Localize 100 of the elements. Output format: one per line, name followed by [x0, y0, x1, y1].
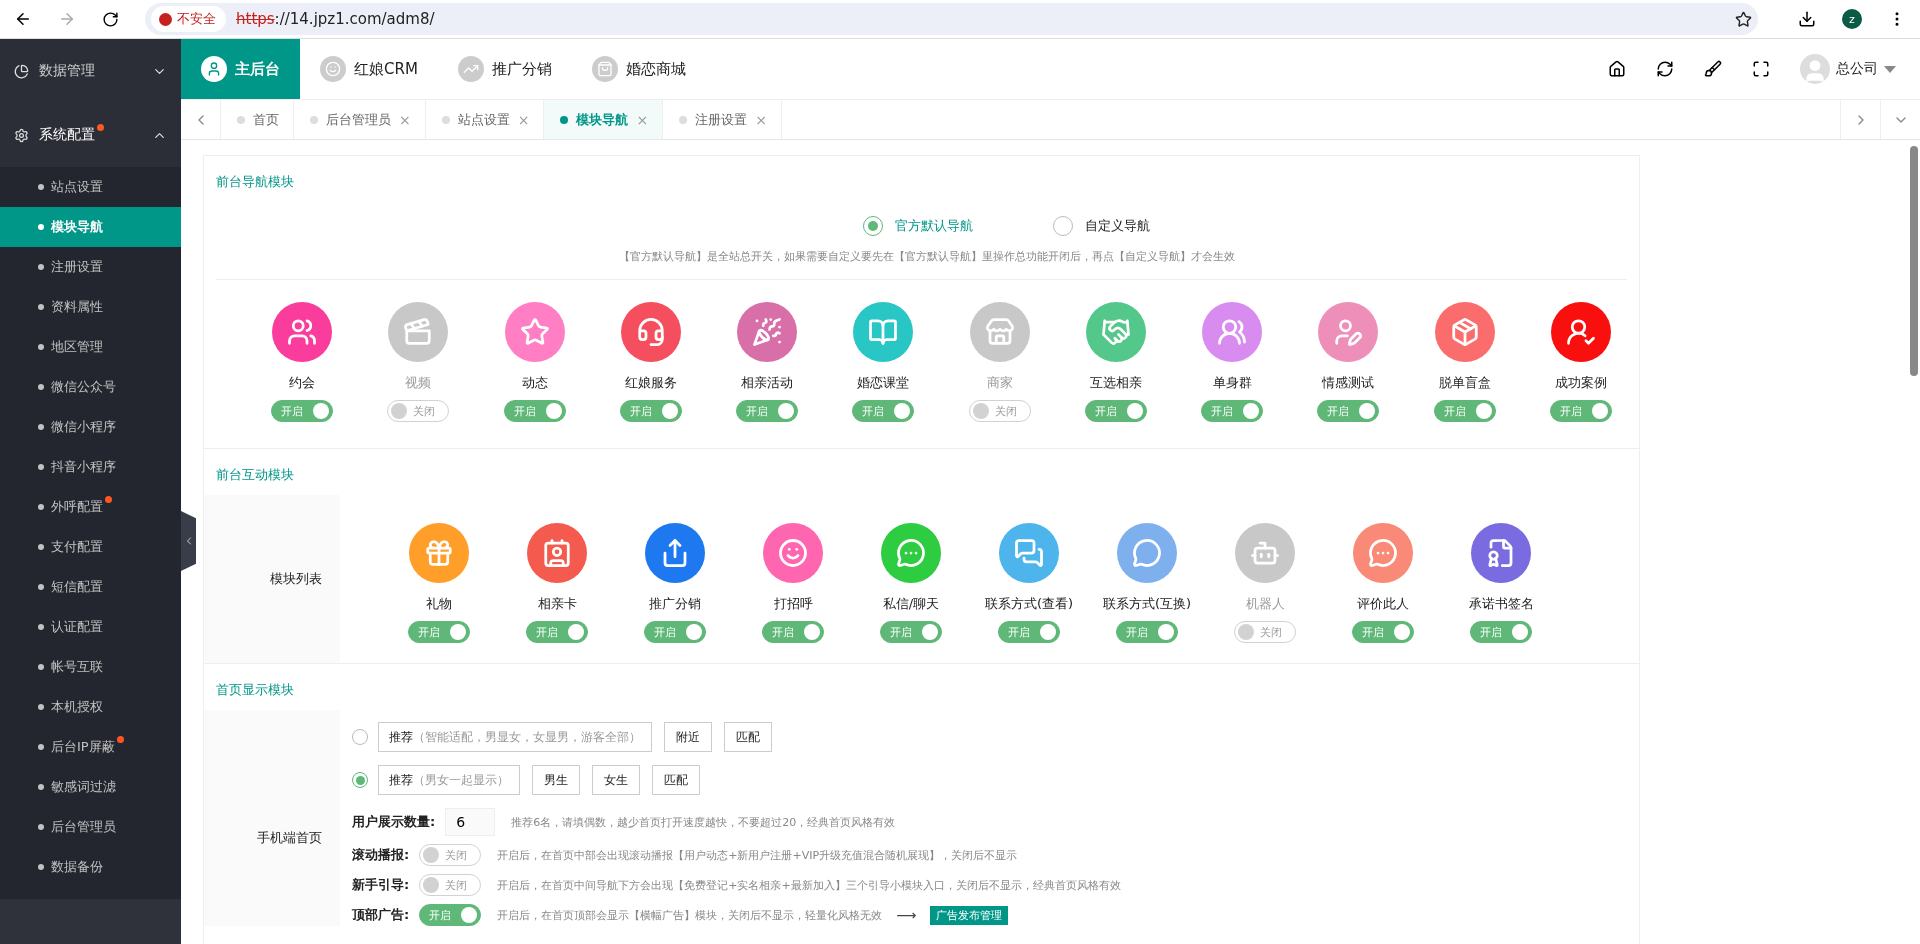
- notification-dot: [116, 736, 124, 743]
- collapse-handle[interactable]: [181, 511, 196, 571]
- sidebar-item[interactable]: 后台IP屏蔽: [0, 727, 181, 767]
- settings-icon: [14, 127, 29, 143]
- profile-avatar[interactable]: z: [1842, 9, 1862, 29]
- sidebar-item[interactable]: 后台管理员: [0, 807, 181, 847]
- module-label: 机器人: [1245, 595, 1285, 613]
- module-label: 相亲卡: [537, 595, 577, 613]
- url-text: https://14.jpz1.com/adm8/: [236, 10, 435, 28]
- module-label: 相亲活动: [741, 374, 794, 392]
- pie-chart-icon: [14, 63, 29, 79]
- filter-button[interactable]: 男生: [532, 765, 580, 795]
- filter-button[interactable]: 匹配: [724, 722, 772, 752]
- top-nav-tab[interactable]: 婚恋商城: [571, 39, 706, 99]
- sidebar-item[interactable]: 敏感词过滤: [0, 767, 181, 807]
- module-label: 红娘服务: [624, 374, 677, 392]
- security-badge[interactable]: 不安全: [151, 6, 226, 32]
- fullscreen-icon[interactable]: [1752, 60, 1770, 78]
- module-label: 联系方式(查看): [984, 595, 1074, 613]
- module-label: 商家: [986, 374, 1013, 392]
- notification-dot: [97, 124, 104, 131]
- sidebar-item[interactable]: 帐号互联: [0, 647, 181, 687]
- radio-button[interactable]: [352, 729, 368, 745]
- hint-text: 【官方默认导航】是全站总开关，如果需要自定义要先在【官方默认导航】里操作总功能开闭后，再点【自定义导航】才会生效: [617, 249, 1236, 265]
- bookmark-icon[interactable]: [1735, 10, 1752, 28]
- module-label: 婚恋课堂: [857, 374, 910, 392]
- bag-icon: [591, 56, 618, 82]
- module-label: 动态: [521, 374, 548, 392]
- top-nav-tab[interactable]: 推广分销: [437, 39, 572, 99]
- module-label: 礼物: [426, 595, 452, 613]
- field-label: 用户展示数量:: [352, 813, 436, 831]
- sidebar-item[interactable]: 资料属性: [0, 287, 181, 327]
- notification-dot: [105, 496, 112, 503]
- sidebar-item[interactable]: 外呼配置: [0, 487, 181, 527]
- hint-text: 开启后，在首页中间导航下方会出现【免费登记+实名相亲+最新加入】三个引导小模块入口，关闭后不显示，经典首页风格有效: [497, 877, 1121, 893]
- sidebar-group[interactable]: 数据管理: [0, 39, 181, 103]
- module-label: 单身群: [1212, 374, 1252, 392]
- row-label: 手机端首页: [204, 710, 340, 926]
- top-nav-tab[interactable]: 主后台: [181, 39, 300, 99]
- radio-button[interactable]: [352, 772, 368, 788]
- sidebar-item[interactable]: 抖音小程序: [0, 447, 181, 487]
- top-nav-tab[interactable]: 红娘CRM: [300, 39, 438, 99]
- radio-option[interactable]: 官方默认导航: [863, 216, 973, 236]
- section-title: 前台互动模块: [215, 466, 295, 484]
- filter-button[interactable]: 匹配: [652, 765, 700, 795]
- module-label: 联系方式(互换): [1102, 595, 1192, 613]
- module-label: 私信/聊天: [882, 595, 940, 613]
- module-label: 互选相亲: [1089, 374, 1142, 392]
- chart-icon: [457, 56, 484, 82]
- page-tab[interactable]: 模块导航 ×: [544, 100, 664, 139]
- mode-field[interactable]: 推荐（智能适配，男显女，女显男，游客全部）: [378, 722, 652, 752]
- sidebar-item[interactable]: 认证配置: [0, 607, 181, 647]
- module-label: 评价此人: [1357, 595, 1409, 613]
- sidebar-item[interactable]: 地区管理: [0, 327, 181, 367]
- smiley-icon: [320, 56, 346, 82]
- sidebar-item[interactable]: 模块导航: [0, 207, 181, 247]
- field-label: 滚动播报:: [352, 846, 410, 864]
- hint-text: 推荐6名，请填偶数，越少首页打开速度越快，不要超过20，经典首页风格有效: [511, 814, 896, 830]
- sidebar-group[interactable]: 系统配置: [0, 103, 181, 167]
- user-icon: [201, 56, 227, 82]
- field-label: 顶部广告:: [352, 906, 410, 924]
- module-label: 情感测试: [1322, 374, 1375, 392]
- refresh-icon[interactable]: [1656, 60, 1674, 78]
- ad-manage-link[interactable]: 广告发布管理: [930, 905, 1009, 925]
- arrow-glyph: ⟶: [896, 907, 917, 923]
- sidebar-item[interactable]: 站点设置: [0, 167, 181, 207]
- module-label: 承诺书签名: [1468, 595, 1534, 613]
- field-label: 新手引导:: [352, 876, 410, 894]
- mode-field[interactable]: 推荐（男女一起显示）: [378, 765, 520, 795]
- filter-button[interactable]: 附近: [664, 722, 712, 752]
- section-title: 前台导航模块: [215, 173, 295, 191]
- module-label: 推广分销: [649, 595, 701, 613]
- radio-option[interactable]: 自定义导航: [1053, 216, 1150, 236]
- module-label: 约会: [289, 374, 316, 392]
- home-icon[interactable]: [1608, 60, 1626, 78]
- module-label: 打招呼: [773, 595, 813, 613]
- filter-button[interactable]: 女生: [592, 765, 640, 795]
- module-label: 成功案例: [1554, 374, 1607, 392]
- section-title: 首页显示模块: [215, 681, 295, 699]
- brush-icon[interactable]: [1704, 60, 1722, 78]
- sidebar-item[interactable]: 数据备份: [0, 847, 181, 887]
- back-icon[interactable]: [14, 10, 32, 28]
- address-bar[interactable]: 不安全 https://14.jpz1.com/adm8/: [145, 3, 1758, 35]
- hint-text: 开启后，在首页中部会出现滚动播报【用户动态+新用户注册+VIP升级充值混合随机展现】，关闭后不显示: [497, 847, 1018, 863]
- reload-icon[interactable]: [102, 10, 119, 28]
- row-label: 模块列表: [204, 495, 340, 663]
- user-name[interactable]: 总公司: [1836, 60, 1878, 78]
- page-tab[interactable]: 后台管理员 ×: [294, 100, 426, 139]
- module-label: 脱单盲盒: [1438, 374, 1491, 392]
- sidebar-item[interactable]: 微信小程序: [0, 407, 181, 447]
- sidebar-item[interactable]: 微信公众号: [0, 367, 181, 407]
- sidebar-item[interactable]: 本机授权: [0, 687, 181, 727]
- scrollbar[interactable]: [1910, 146, 1918, 376]
- page-tab[interactable]: 注册设置 ×: [663, 100, 782, 139]
- sidebar-item[interactable]: 支付配置: [0, 527, 181, 567]
- page-tab[interactable]: 首页: [221, 100, 294, 139]
- sidebar-item[interactable]: 短信配置: [0, 567, 181, 607]
- download-icon[interactable]: [1798, 10, 1816, 28]
- count-field[interactable]: 6: [445, 808, 496, 836]
- sidebar-item[interactable]: 注册设置: [0, 247, 181, 287]
